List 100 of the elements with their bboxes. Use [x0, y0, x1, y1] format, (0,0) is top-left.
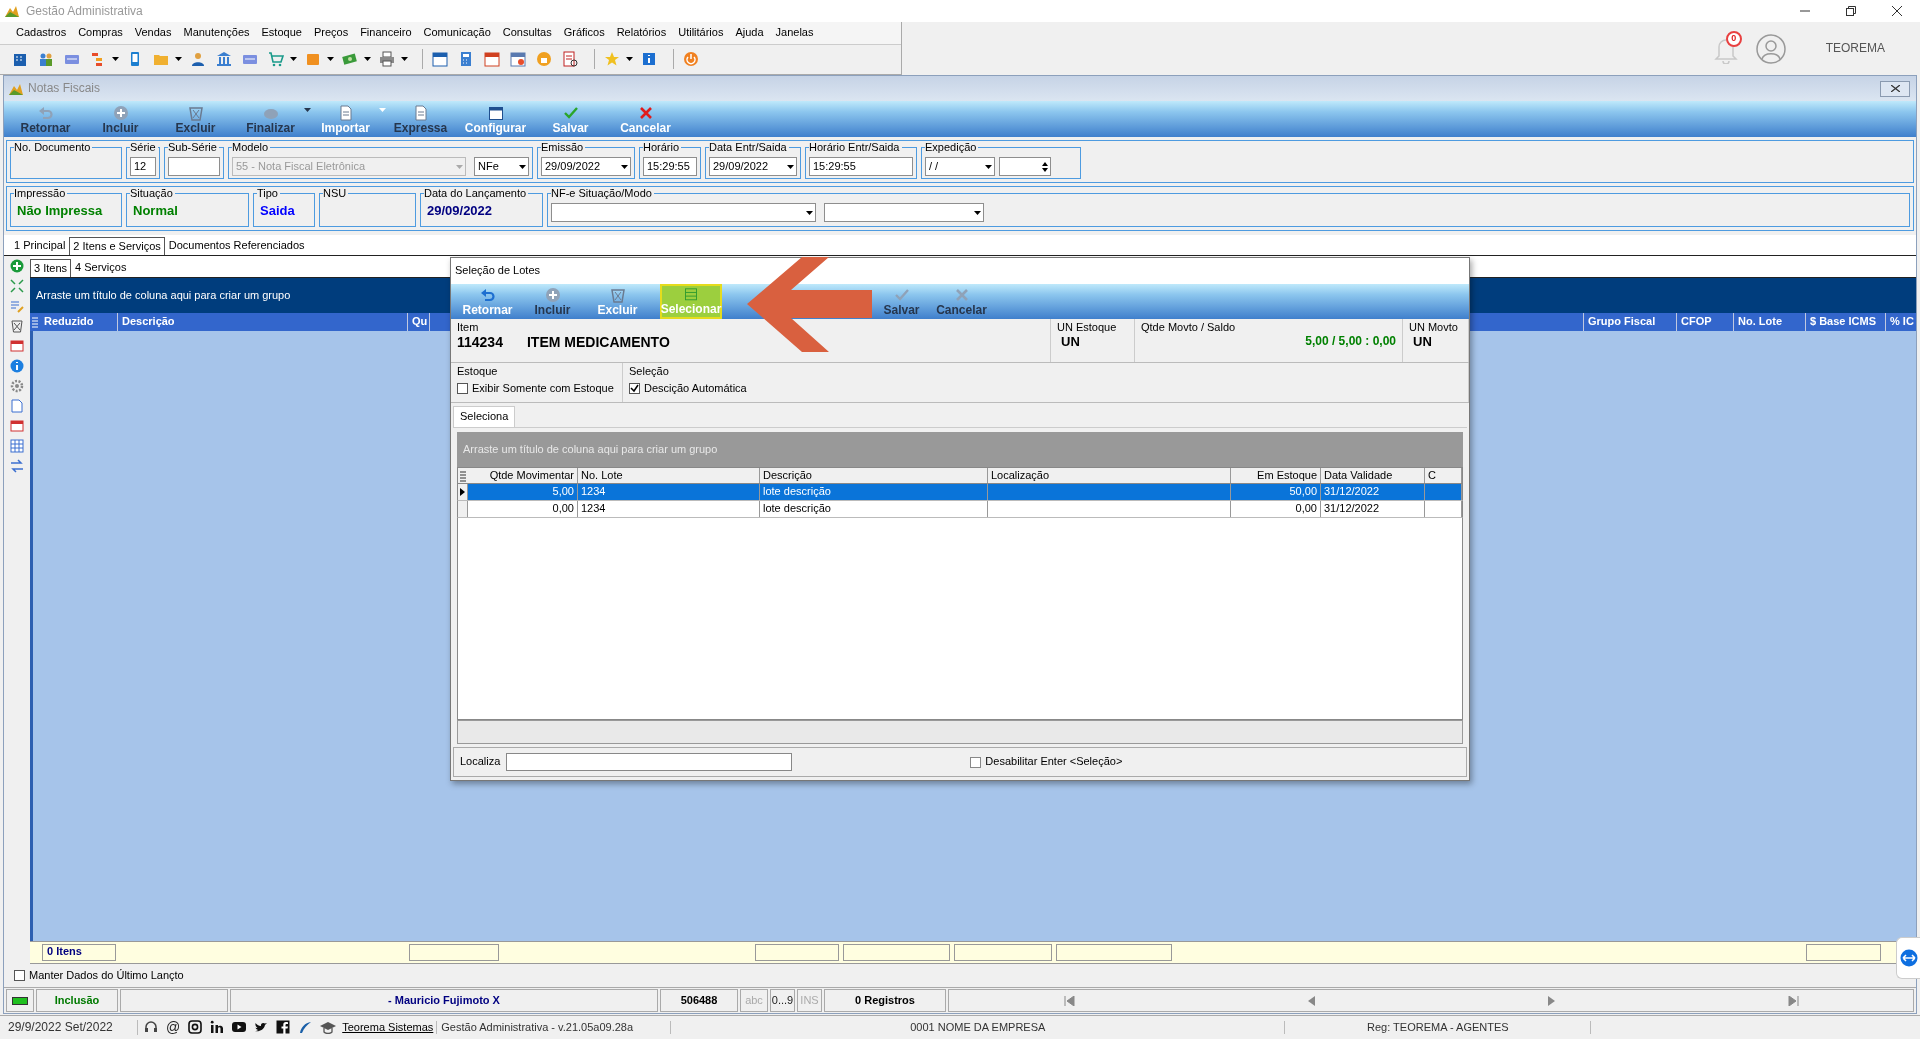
report-icon[interactable] [562, 51, 578, 67]
column-header[interactable]: Data Validade [1321, 468, 1425, 483]
caret-icon[interactable] [364, 57, 371, 61]
side-tab[interactable] [1896, 937, 1920, 979]
window-icon [487, 104, 504, 121]
row-indicator[interactable] [458, 484, 468, 500]
menu-item[interactable]: Vendas [128, 26, 178, 40]
printer-icon[interactable] [379, 51, 395, 67]
menu-item[interactable]: Relatórios [610, 26, 673, 40]
transfer-icon[interactable] [10, 459, 24, 474]
table-row[interactable]: 0,00 1234 lote descrição 0,00 31/12/2022 [457, 501, 1463, 518]
swoosh-icon[interactable] [298, 1020, 313, 1035]
input-field[interactable]: 15:29:55 [809, 157, 913, 177]
column-header[interactable]: C [1425, 468, 1462, 483]
calendar-icon[interactable] [484, 51, 500, 67]
bank-icon[interactable] [216, 51, 232, 67]
website-link[interactable]: Teorema Sistemas [342, 1020, 438, 1035]
checkbox[interactable] [970, 756, 982, 768]
form-icon[interactable] [10, 339, 24, 354]
column-header[interactable]: Qtde Movimentar [468, 468, 578, 483]
gear-icon[interactable] [10, 379, 24, 394]
dropdown[interactable]: / / [925, 157, 995, 177]
people-icon[interactable] [38, 51, 54, 67]
form-icon[interactable] [10, 419, 24, 434]
column-header[interactable]: Localização [988, 468, 1231, 483]
dropdown[interactable] [551, 203, 816, 223]
info-icon[interactable] [10, 359, 24, 374]
first-record-icon[interactable] [1063, 995, 1076, 1006]
headset-icon[interactable] [144, 1020, 158, 1035]
input-field[interactable]: 15:29:55 [643, 157, 697, 177]
menu-item[interactable]: Preços [307, 26, 355, 40]
column-header[interactable]: No. Lote [578, 468, 760, 483]
grid-icon[interactable] [10, 439, 24, 454]
camera-icon[interactable] [188, 1020, 203, 1035]
menu-item[interactable]: Cadastros [10, 26, 73, 40]
facebook-icon[interactable] [276, 1020, 291, 1035]
group-label: Estoque [457, 365, 499, 379]
star-icon[interactable] [604, 51, 620, 67]
menu-item[interactable]: Financeiro [354, 26, 418, 40]
plus-icon[interactable] [10, 259, 24, 274]
input-field[interactable] [168, 157, 220, 177]
building-icon[interactable] [12, 51, 28, 67]
calendar-icon[interactable] [510, 51, 526, 67]
input-field[interactable]: 12 [130, 157, 156, 177]
menu-item[interactable]: Gráficos [557, 26, 611, 40]
restore-icon[interactable] [1846, 6, 1856, 16]
field-label: NF-e Situação/Modo [551, 187, 654, 201]
power-icon[interactable] [683, 51, 699, 67]
close-icon[interactable] [1892, 6, 1902, 16]
menu-item[interactable]: Utilitários [672, 26, 730, 40]
menu-item[interactable]: Estoque [255, 26, 308, 40]
column-header[interactable]: Descrição [760, 468, 988, 483]
spin-field[interactable] [999, 157, 1051, 177]
play-icon[interactable] [232, 1020, 247, 1035]
table-row[interactable]: 5,00 1234 lote descrição 50,00 31/12/2022 [457, 484, 1463, 501]
dropdown[interactable]: NFe [474, 157, 529, 177]
info-icon[interactable] [641, 51, 657, 67]
column-header[interactable]: Em Estoque [1231, 468, 1321, 483]
caret-icon[interactable] [290, 57, 297, 61]
trash-icon[interactable] [10, 319, 24, 334]
field-label: UN Movto [1409, 321, 1459, 335]
checkbox[interactable] [14, 970, 25, 981]
dropdown[interactable] [824, 203, 984, 223]
caret-icon[interactable] [175, 57, 182, 61]
tab[interactable]: Seleciona [453, 406, 516, 427]
expand-icon[interactable] [10, 279, 24, 294]
user-icon[interactable] [1755, 33, 1786, 64]
lock-icon[interactable] [536, 51, 552, 67]
email-link[interactable]: @ [166, 1019, 181, 1036]
menu-item[interactable]: Ajuda [729, 26, 770, 40]
calculator-icon[interactable] [458, 51, 474, 67]
caret-icon[interactable] [626, 57, 633, 61]
document-icon[interactable] [10, 399, 24, 414]
checkbox[interactable] [629, 383, 640, 395]
menu-item[interactable]: Janelas [769, 26, 820, 40]
caret-icon[interactable] [401, 57, 408, 61]
key-indicator: INS [797, 989, 822, 1012]
search-field[interactable] [506, 753, 793, 771]
quantity-balance: 5,00 / 5,00 : 0,00 [1305, 334, 1396, 349]
menu-item[interactable]: Consultas [496, 26, 558, 40]
column-header[interactable]: % IC [1886, 313, 1916, 332]
menu-item[interactable]: Comunicação [417, 26, 497, 40]
last-record-icon[interactable] [1786, 995, 1799, 1006]
calendar-icon[interactable] [432, 51, 448, 67]
checkbox[interactable] [457, 383, 468, 395]
caret-icon[interactable] [112, 57, 119, 61]
graduation-cap-icon[interactable] [320, 1020, 337, 1035]
dropdown[interactable]: 29/09/2022 [541, 157, 631, 177]
field-label: Localiza [460, 755, 501, 769]
close-button[interactable] [1880, 80, 1910, 97]
dropdown[interactable]: 29/09/2022 [709, 157, 797, 177]
cart-icon[interactable] [268, 51, 284, 67]
caret-icon[interactable] [327, 57, 334, 61]
tab[interactable]: 2 Itens e Serviços [69, 237, 165, 256]
person-icon[interactable] [190, 51, 206, 67]
menu-item[interactable]: Compras [72, 26, 129, 40]
tab[interactable]: 3 Itens [30, 259, 72, 278]
money-icon[interactable] [342, 51, 358, 67]
menu-item[interactable]: Manutenções [177, 26, 256, 40]
linkedin-icon[interactable] [210, 1020, 225, 1035]
